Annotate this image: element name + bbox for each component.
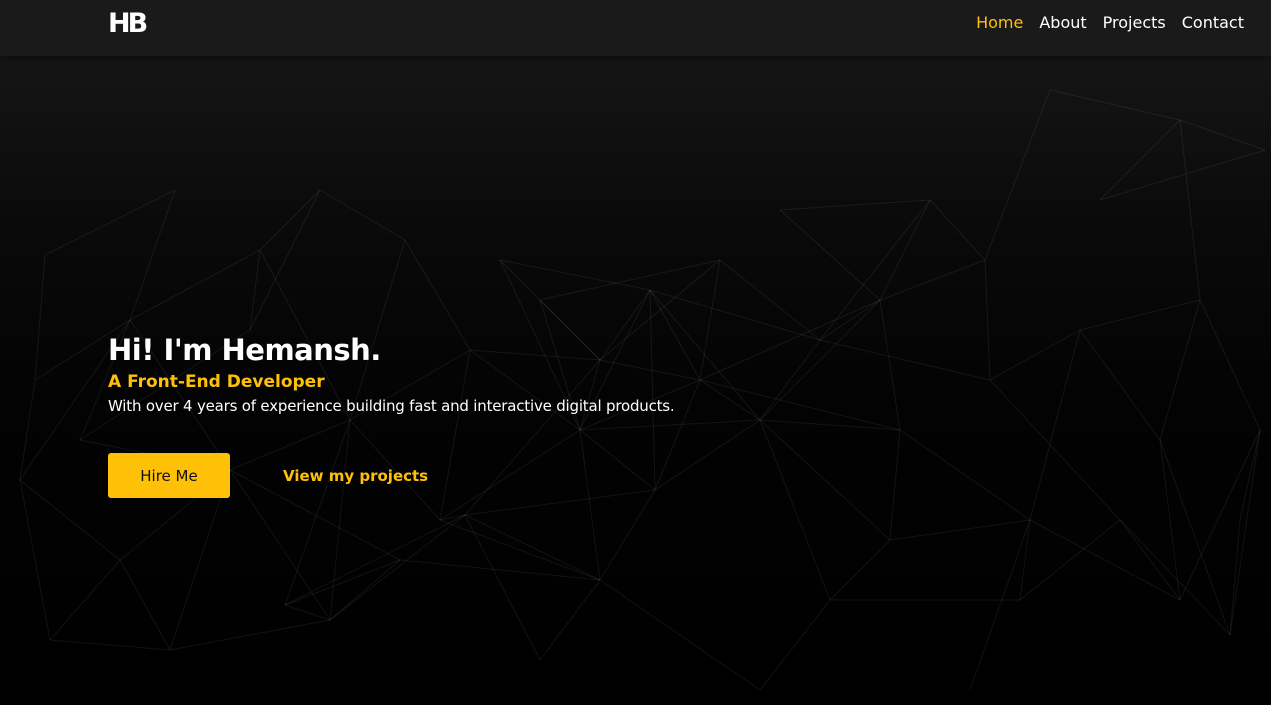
network-line: [579, 429, 656, 491]
network-line: [169, 619, 331, 651]
network-line: [759, 419, 831, 601]
network-line: [1119, 519, 1231, 636]
network-line: [464, 514, 601, 581]
network-line: [284, 559, 401, 606]
network-line: [399, 559, 601, 581]
network-line: [759, 299, 881, 421]
nav-contact[interactable]: Contact: [1182, 13, 1244, 32]
network-line: [969, 519, 1031, 691]
network-line: [1159, 439, 1181, 601]
network-line: [819, 299, 881, 341]
network-line: [699, 259, 721, 381]
network-line: [989, 379, 1121, 521]
network-line: [284, 604, 331, 621]
network-line: [329, 514, 466, 621]
network-line: [439, 519, 601, 581]
network-line: [1079, 329, 1161, 441]
network-line: [989, 329, 1081, 381]
network-line: [654, 419, 761, 491]
network-line: [889, 429, 901, 541]
network-line: [1159, 439, 1231, 636]
network-line: [1199, 299, 1261, 431]
network-line: [1159, 299, 1201, 441]
network-line: [329, 419, 351, 621]
hero-section: Hi! I'm Hemansh. A Front-End Developer W…: [108, 330, 675, 498]
network-line: [599, 489, 656, 581]
network-line: [779, 199, 931, 211]
network-line: [759, 419, 891, 541]
network-line: [879, 259, 986, 301]
network-line: [499, 259, 651, 291]
network-line: [1179, 119, 1266, 151]
network-line: [439, 429, 581, 521]
hero-actions: Hire Me View my projects: [108, 453, 428, 498]
network-line: [34, 254, 46, 381]
network-line: [1239, 429, 1261, 521]
network-line: [259, 189, 321, 251]
network-line: [819, 339, 991, 381]
hero-description: With over 4 years of experience building…: [108, 397, 675, 415]
network-line: [539, 579, 601, 661]
network-line: [829, 539, 891, 601]
network-line: [49, 639, 171, 651]
network-line: [879, 299, 901, 431]
network-line: [1179, 119, 1201, 301]
network-line: [1019, 519, 1031, 601]
network-line: [984, 259, 991, 381]
hero-title: Hi! I'm Hemansh.: [108, 333, 381, 367]
network-line: [1049, 89, 1181, 121]
network-line: [579, 419, 761, 431]
network-line: [329, 559, 401, 621]
network-line: [879, 199, 931, 301]
network-line: [759, 599, 831, 691]
network-line: [19, 479, 51, 641]
network-line: [929, 199, 986, 261]
network-line: [699, 379, 761, 421]
network-line: [319, 189, 406, 241]
network-line: [464, 489, 656, 516]
nav-about[interactable]: About: [1039, 13, 1086, 32]
network-line: [889, 519, 1031, 541]
network-line: [699, 299, 881, 381]
view-projects-link[interactable]: View my projects: [283, 467, 428, 485]
network-line: [899, 429, 1031, 521]
nav-menu: Home About Projects Contact: [976, 13, 1244, 32]
network-line: [1079, 299, 1201, 331]
network-line: [464, 514, 541, 661]
network-line: [19, 479, 121, 561]
network-line: [129, 249, 261, 321]
page: HB Home About Projects Contact Hi! I'm H…: [0, 0, 1271, 705]
network-line: [599, 579, 761, 691]
network-line: [719, 259, 821, 341]
network-line: [579, 429, 601, 581]
logo[interactable]: HB: [108, 8, 148, 39]
network-line: [249, 249, 261, 331]
hero-subtitle: A Front-End Developer: [108, 372, 325, 392]
network-line: [539, 259, 721, 301]
network-line: [249, 189, 321, 331]
network-line: [19, 379, 36, 481]
network-line: [779, 209, 881, 301]
nav-projects[interactable]: Projects: [1103, 13, 1166, 32]
navbar: HB Home About Projects Contact: [0, 0, 1271, 56]
network-line: [1029, 329, 1081, 521]
nav-home[interactable]: Home: [976, 13, 1023, 32]
network-line: [49, 559, 121, 641]
network-line: [119, 559, 171, 651]
network-line: [819, 199, 931, 341]
network-line: [984, 89, 1051, 261]
hire-me-button[interactable]: Hire Me: [108, 453, 230, 498]
